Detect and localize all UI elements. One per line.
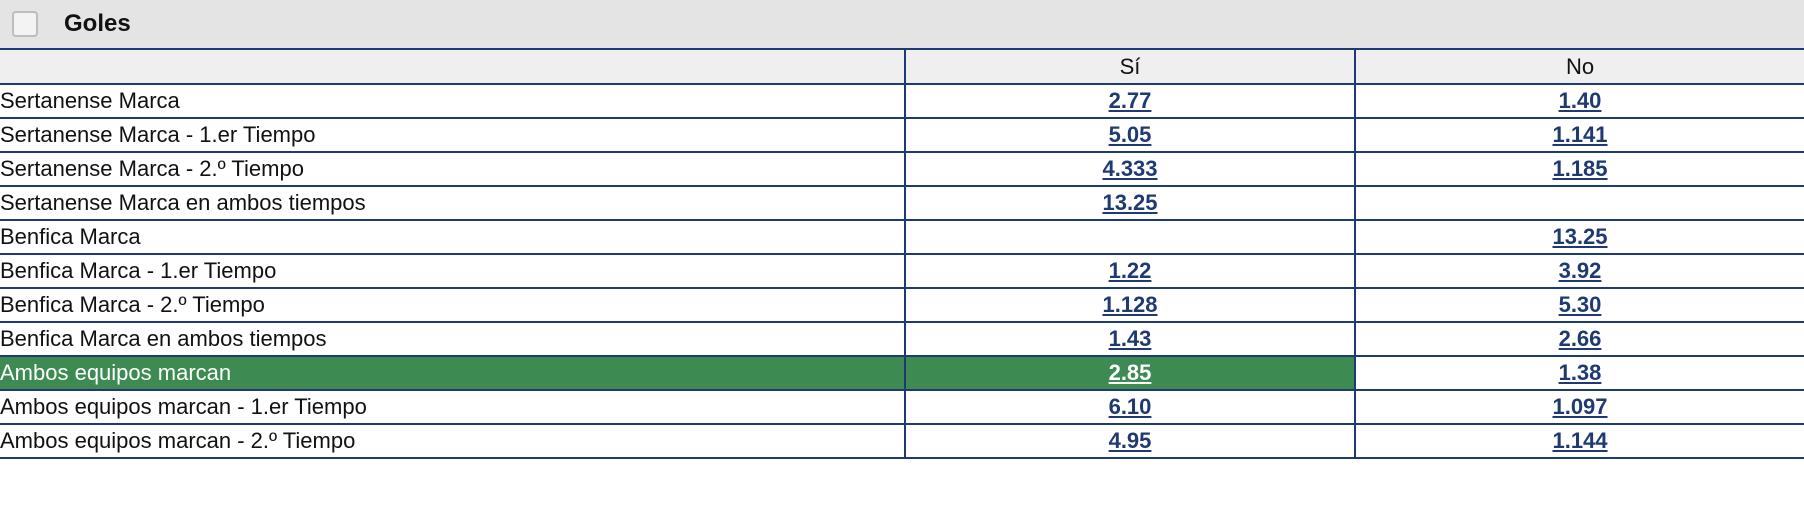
odds-link-no[interactable]: 1.141	[1552, 122, 1607, 147]
table-row: Benfica Marca en ambos tiempos 1.43 2.66	[0, 321, 1804, 357]
odds-link-yes[interactable]: 2.77	[1109, 88, 1152, 113]
market-name: Sertanense Marca - 2.º Tiempo	[0, 151, 906, 187]
market-name: Benfica Marca en ambos tiempos	[0, 321, 906, 357]
odds-cell-yes[interactable]: 2.77	[904, 83, 1356, 119]
odds-cell-no[interactable]: 1.185	[1354, 151, 1804, 187]
odds-link-no[interactable]: 3.92	[1559, 258, 1602, 283]
header-no: No	[1354, 50, 1804, 85]
odds-link-no[interactable]: 1.144	[1552, 428, 1607, 453]
odds-link-yes[interactable]: 1.43	[1109, 326, 1152, 351]
table-row: Ambos equipos marcan 2.85 1.38	[0, 355, 1804, 391]
odds-cell-yes[interactable]: 2.85	[904, 355, 1356, 391]
table-row: Sertanense Marca 2.77 1.40	[0, 83, 1804, 119]
section-title: Goles	[64, 10, 131, 37]
header-yes: Sí	[904, 50, 1356, 85]
odds-link-no[interactable]: 1.097	[1552, 394, 1607, 419]
markets-table: Sí No Sertanense Marca 2.77 1.40 Sertanense…	[0, 50, 1804, 459]
odds-cell-no[interactable]: 2.66	[1354, 321, 1804, 357]
market-name: Sertanense Marca - 1.er Tiempo	[0, 117, 906, 153]
odds-link-no[interactable]: 1.40	[1559, 88, 1602, 113]
table-row: Ambos equipos marcan - 2.º Tiempo 4.95 1.1…	[0, 423, 1804, 459]
odds-cell-yes[interactable]: 1.43	[904, 321, 1356, 357]
market-name: Benfica Marca - 1.er Tiempo	[0, 253, 906, 289]
section-header[interactable]: Goles	[0, 0, 1804, 50]
odds-link-no[interactable]: 2.66	[1559, 326, 1602, 351]
odds-cell-no[interactable]: 5.30	[1354, 287, 1804, 323]
header-market	[0, 50, 906, 85]
odds-cell-yes[interactable]: 4.333	[904, 151, 1356, 187]
odds-link-no[interactable]: 1.185	[1552, 156, 1607, 181]
odds-link-yes[interactable]: 13.25	[1102, 190, 1157, 215]
market-name: Ambos equipos marcan	[0, 355, 906, 391]
table-header-row: Sí No	[0, 50, 1804, 85]
odds-link-yes[interactable]: 4.95	[1109, 428, 1152, 453]
market-name: Benfica Marca - 2.º Tiempo	[0, 287, 906, 323]
odds-link-yes[interactable]: 4.333	[1102, 156, 1157, 181]
table-row: Benfica Marca - 1.er Tiempo 1.22 3.92	[0, 253, 1804, 289]
odds-cell-yes[interactable]: 1.128	[904, 287, 1356, 323]
odds-cell-yes[interactable]: 5.05	[904, 117, 1356, 153]
odds-link-yes[interactable]: 1.128	[1102, 292, 1157, 317]
odds-cell-no[interactable]: 1.144	[1354, 423, 1804, 459]
odds-cell-no[interactable]: 1.097	[1354, 389, 1804, 425]
odds-cell-no[interactable]: 3.92	[1354, 253, 1804, 289]
odds-cell-no[interactable]: 1.38	[1354, 355, 1804, 391]
odds-link-no[interactable]: 13.25	[1552, 224, 1607, 249]
odds-link-yes[interactable]: 6.10	[1109, 394, 1152, 419]
odds-cell-no[interactable]: 1.40	[1354, 83, 1804, 119]
odds-cell-yes[interactable]: 6.10	[904, 389, 1356, 425]
odds-link-yes[interactable]: 5.05	[1109, 122, 1152, 147]
section-checkbox[interactable]	[12, 11, 38, 37]
market-name: Ambos equipos marcan - 1.er Tiempo	[0, 389, 906, 425]
table-row: Benfica Marca 13.25	[0, 219, 1804, 255]
odds-link-no[interactable]: 5.30	[1559, 292, 1602, 317]
odds-cell-yes	[904, 219, 1356, 255]
odds-cell-no	[1354, 185, 1804, 221]
odds-cell-yes[interactable]: 1.22	[904, 253, 1356, 289]
table-row: Sertanense Marca en ambos tiempos 13.25	[0, 185, 1804, 221]
market-name: Sertanense Marca	[0, 83, 906, 119]
odds-cell-no[interactable]: 13.25	[1354, 219, 1804, 255]
odds-link-yes[interactable]: 1.22	[1109, 258, 1152, 283]
market-name: Ambos equipos marcan - 2.º Tiempo	[0, 423, 906, 459]
odds-cell-yes[interactable]: 4.95	[904, 423, 1356, 459]
table-row: Benfica Marca - 2.º Tiempo 1.128 5.30	[0, 287, 1804, 323]
odds-cell-no[interactable]: 1.141	[1354, 117, 1804, 153]
market-name: Sertanense Marca en ambos tiempos	[0, 185, 906, 221]
odds-link-yes[interactable]: 2.85	[1109, 360, 1152, 385]
table-row: Sertanense Marca - 1.er Tiempo 5.05 1.141	[0, 117, 1804, 153]
market-name: Benfica Marca	[0, 219, 906, 255]
table-row: Ambos equipos marcan - 1.er Tiempo 6.10 1.…	[0, 389, 1804, 425]
odds-cell-yes[interactable]: 13.25	[904, 185, 1356, 221]
table-row: Sertanense Marca - 2.º Tiempo 4.333 1.185	[0, 151, 1804, 187]
odds-link-no[interactable]: 1.38	[1559, 360, 1602, 385]
